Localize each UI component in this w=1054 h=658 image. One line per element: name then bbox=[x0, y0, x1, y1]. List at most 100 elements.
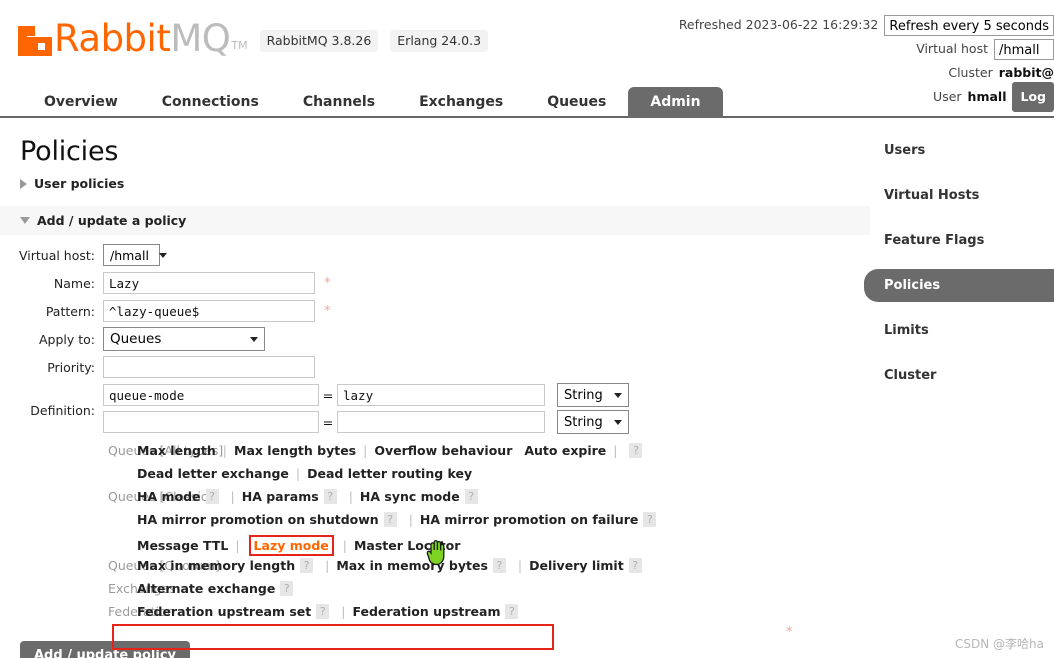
help-question-icon[interactable]: ? bbox=[316, 604, 330, 619]
sidebar-item-virtual-hosts[interactable]: Virtual Hosts bbox=[864, 179, 1054, 212]
hint-link-lazy-mode[interactable]: Lazy mode bbox=[254, 538, 329, 553]
hint-row: Dead letter exchange | Dead letter routing… bbox=[0, 466, 870, 487]
hint-link[interactable]: Auto expire bbox=[524, 443, 606, 458]
definition-type-select[interactable]: String bbox=[557, 383, 629, 407]
hint-link[interactable]: Overflow behaviour bbox=[374, 443, 512, 458]
hint-link[interactable]: Federation upstream set bbox=[137, 604, 311, 619]
tab-overview[interactable]: Overview bbox=[22, 87, 140, 118]
help-question-icon[interactable]: ? bbox=[629, 443, 643, 458]
policy-hints: Queues [All types] Max length | Max length … bbox=[0, 443, 870, 625]
hint-link[interactable]: HA sync mode bbox=[360, 489, 460, 504]
add-update-policy-button[interactable]: Add / update policy bbox=[20, 641, 190, 658]
hint-link[interactable]: HA mirror promotion on shutdown bbox=[137, 512, 379, 527]
hint-separator: | bbox=[342, 538, 347, 553]
help-question-icon[interactable]: ? bbox=[643, 512, 657, 527]
definition-row: = String bbox=[103, 410, 629, 434]
lazy-mode-highlight: Lazy mode bbox=[248, 535, 334, 556]
hint-link[interactable]: Delivery limit bbox=[529, 558, 624, 573]
page-title: Policies bbox=[20, 136, 119, 167]
help-question-icon[interactable]: ? bbox=[205, 489, 219, 504]
help-question-icon[interactable]: ? bbox=[628, 558, 642, 573]
hint-separator: | bbox=[230, 489, 235, 504]
form-row-priority: Priority: bbox=[0, 355, 870, 379]
virtual-host-select[interactable]: /hmall bbox=[994, 38, 1054, 60]
applyto-field-label: Apply to: bbox=[38, 331, 95, 347]
help-question-icon[interactable]: ? bbox=[323, 489, 337, 504]
hint-row: Exchanges Alternate exchange? bbox=[0, 581, 870, 602]
priority-input[interactable] bbox=[103, 356, 315, 378]
hint-separator: | bbox=[348, 489, 353, 504]
hint-link[interactable]: Dead letter exchange bbox=[137, 466, 289, 481]
help-question-icon[interactable]: ? bbox=[492, 558, 506, 573]
hint-link[interactable]: Dead letter routing key bbox=[307, 466, 472, 481]
hint-link[interactable]: Max in memory length bbox=[137, 558, 295, 573]
definition-type-select[interactable]: String bbox=[557, 410, 629, 434]
definition-row: = String bbox=[103, 383, 629, 407]
hint-link[interactable]: HA params bbox=[242, 489, 319, 504]
help-question-icon[interactable]: ? bbox=[280, 581, 294, 596]
hint-row: Queues [Classic] HA mode? | HA params? | HA s… bbox=[0, 489, 870, 510]
help-question-icon[interactable]: ? bbox=[505, 604, 519, 619]
chevron-down-icon bbox=[614, 392, 622, 398]
user-policies-section-header[interactable]: User policies bbox=[0, 171, 870, 196]
vhost-field-label: Virtual host: bbox=[18, 247, 95, 263]
refreshed-timestamp: Refreshed 2023-06-22 16:29:32 bbox=[678, 17, 879, 32]
definition-key-input[interactable] bbox=[103, 384, 319, 406]
rabbitmq-logo[interactable]: Rabbit MQ TM RabbitMQ 3.8.26 Erlang 24.0… bbox=[18, 20, 489, 57]
sidebar-item-feature-flags[interactable]: Feature Flags bbox=[864, 224, 1054, 257]
refresh-interval-select[interactable]: Refresh every 5 seconds bbox=[884, 14, 1054, 36]
hint-row: HA mirror promotion on shutdown? | HA mirr… bbox=[0, 512, 870, 533]
pattern-input[interactable] bbox=[103, 300, 315, 322]
hint-items: Federation upstream set? | Federation upst… bbox=[132, 604, 523, 619]
sidebar-item-policies[interactable]: Policies bbox=[864, 269, 1054, 302]
hint-link[interactable]: Message TTL bbox=[137, 538, 228, 553]
tab-connections[interactable]: Connections bbox=[140, 87, 281, 118]
definition-value-input[interactable] bbox=[337, 384, 545, 406]
definition-field-label: Definition: bbox=[30, 402, 95, 418]
chevron-right-icon bbox=[20, 178, 27, 189]
hint-link[interactable]: HA mirror promotion on failure bbox=[420, 512, 638, 527]
definition-equals-sign: = bbox=[322, 414, 334, 430]
sidebar-item-cluster[interactable]: Cluster bbox=[864, 359, 1054, 392]
sidebar-item-users[interactable]: Users bbox=[864, 134, 1054, 167]
name-required-marker: * bbox=[324, 275, 331, 291]
hint-items: Message TTL | Lazy mode | Master Locator bbox=[132, 535, 460, 556]
hint-link[interactable]: Federation upstream bbox=[352, 604, 500, 619]
erlang-version-badge: Erlang 24.0.3 bbox=[390, 30, 489, 52]
form-row-name: Name: * bbox=[0, 271, 870, 295]
hint-items: Max length | Max length bytes | Overflow beh… bbox=[132, 443, 647, 458]
tab-queues[interactable]: Queues bbox=[525, 87, 628, 118]
hint-separator: | bbox=[408, 512, 413, 527]
main-navigation: Overview Connections Channels Exchanges Queu… bbox=[0, 82, 1054, 118]
hint-link[interactable]: HA mode bbox=[137, 489, 201, 504]
help-question-icon[interactable]: ? bbox=[300, 558, 314, 573]
hint-link[interactable]: Master Locator bbox=[354, 538, 460, 553]
tab-exchanges[interactable]: Exchanges bbox=[397, 87, 525, 118]
add-update-policy-section-header[interactable]: Add / update a policy bbox=[0, 206, 870, 235]
apply-to-select[interactable]: Queues bbox=[103, 327, 265, 351]
admin-sidebar: Users Virtual Hosts Feature Flags Policies L… bbox=[864, 118, 1054, 404]
rabbitmq-version-badge: RabbitMQ 3.8.26 bbox=[259, 30, 379, 52]
hint-link[interactable]: Max length bbox=[137, 443, 216, 458]
logo-trademark: TM bbox=[231, 39, 248, 52]
sidebar-item-limits[interactable]: Limits bbox=[864, 314, 1054, 347]
apply-to-select-value: Queues bbox=[110, 331, 162, 347]
definition-required-marker: * bbox=[786, 625, 793, 640]
tab-channels[interactable]: Channels bbox=[281, 87, 397, 118]
help-question-icon[interactable]: ? bbox=[464, 489, 478, 504]
chevron-down-icon bbox=[20, 217, 30, 224]
definition-key-input[interactable] bbox=[103, 411, 319, 433]
hint-link[interactable]: Max in memory bytes bbox=[336, 558, 488, 573]
definition-value-input[interactable] bbox=[337, 411, 545, 433]
hint-row: Queues [Quorum] Max in memory length? | Max… bbox=[0, 558, 870, 579]
hint-separator: | bbox=[363, 443, 368, 458]
definition-rows: = String = String bbox=[103, 383, 629, 437]
tab-admin[interactable]: Admin bbox=[628, 87, 723, 118]
vhost-select-value: /hmall bbox=[110, 247, 149, 263]
help-question-icon[interactable]: ? bbox=[383, 512, 397, 527]
vhost-select[interactable]: /hmall bbox=[103, 244, 167, 266]
form-row-vhost: Virtual host: /hmall bbox=[0, 243, 870, 267]
hint-link[interactable]: Max length bytes bbox=[234, 443, 356, 458]
name-input[interactable] bbox=[103, 272, 315, 294]
hint-link[interactable]: Alternate exchange bbox=[137, 581, 275, 596]
